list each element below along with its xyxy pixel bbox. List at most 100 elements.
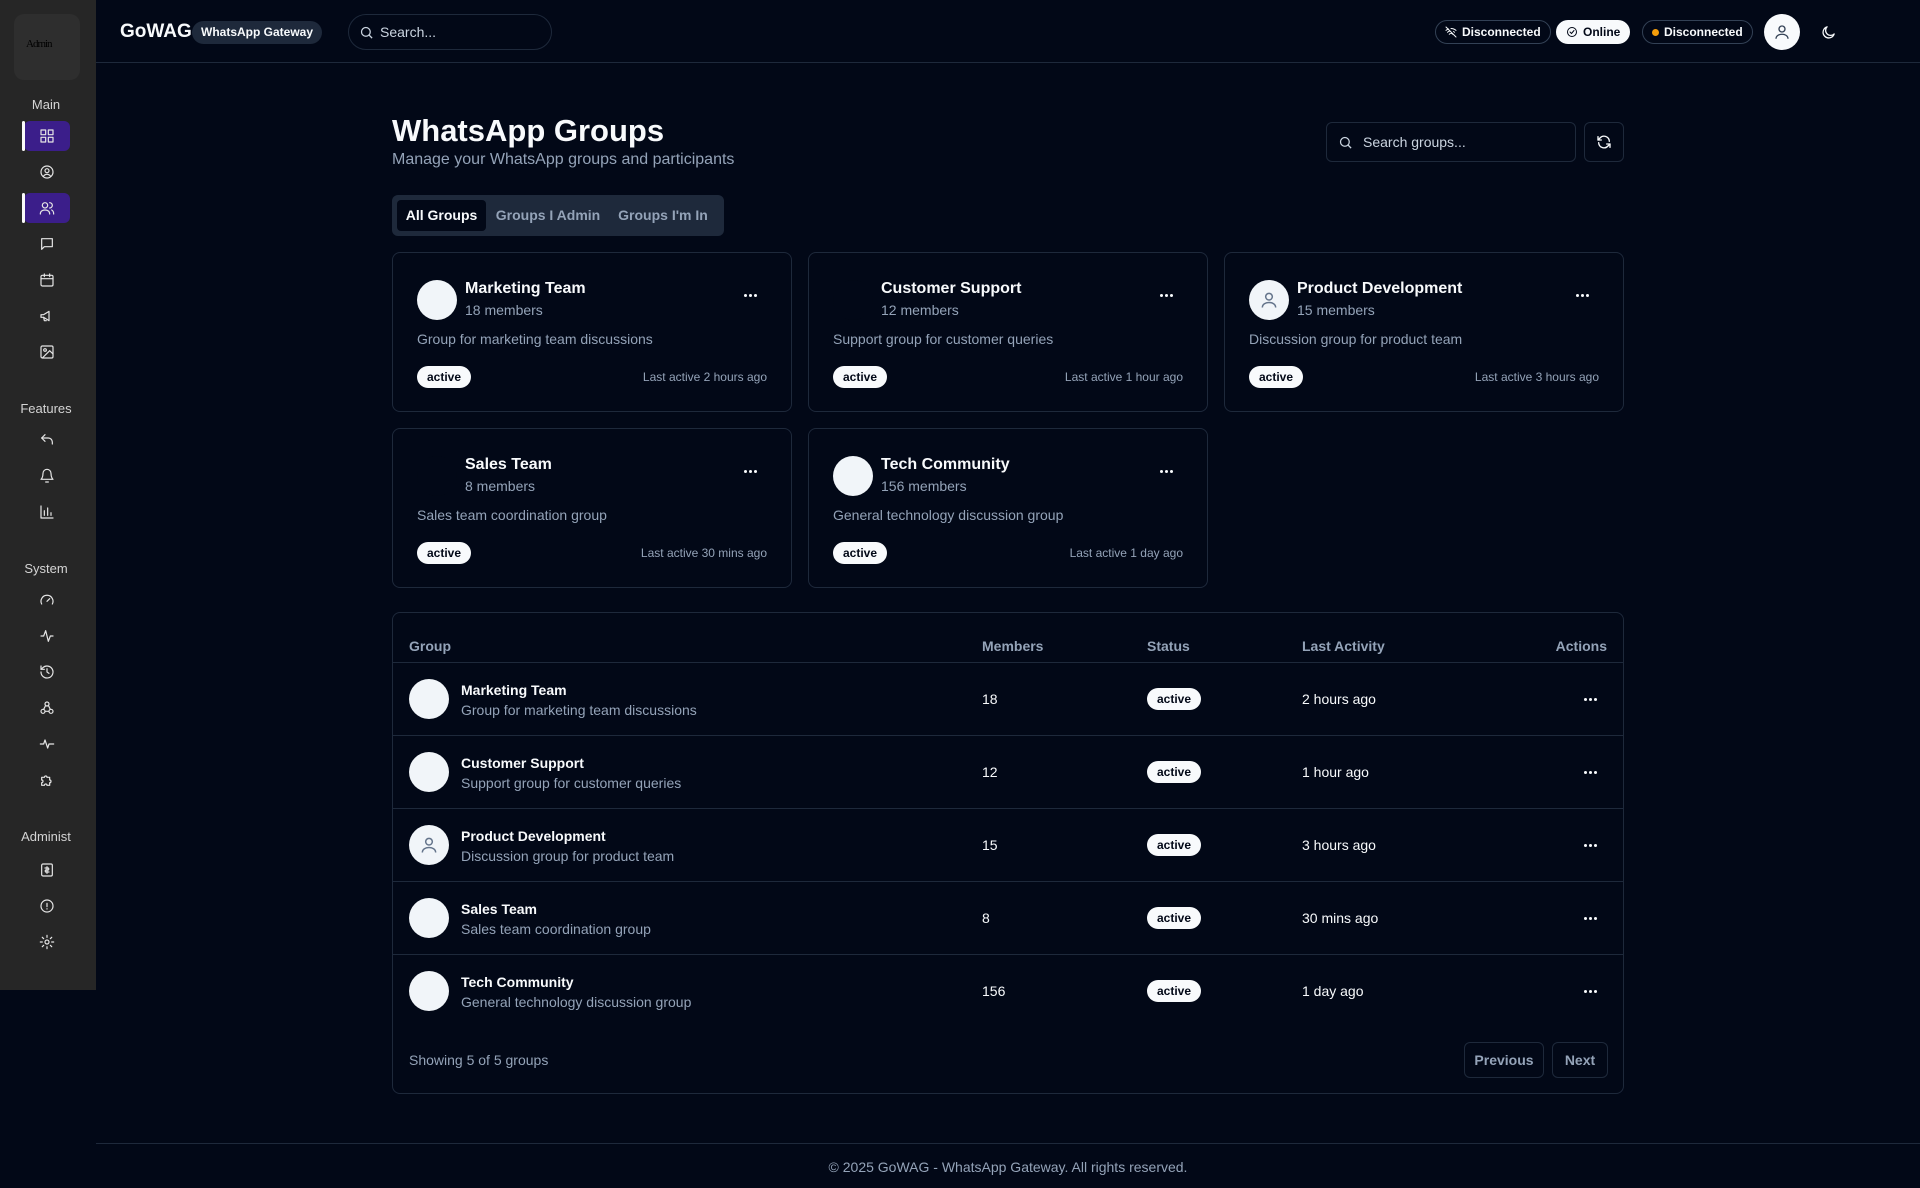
member-count: 8 (982, 910, 990, 926)
theme-toggle-button[interactable] (1816, 20, 1840, 44)
row-actions-button[interactable] (1579, 985, 1601, 997)
row-actions-button[interactable] (1579, 693, 1601, 705)
table-row[interactable]: Customer Support Support group for custo… (393, 735, 1623, 808)
sidebar-item-plugins[interactable] (24, 765, 70, 795)
group-avatar (833, 280, 873, 320)
sidebar-item-performance[interactable] (24, 585, 70, 615)
bell-ring-icon (40, 468, 54, 483)
sidebar-item-notifications[interactable] (24, 461, 70, 491)
row-actions-button[interactable] (1579, 912, 1601, 924)
pulse-icon (39, 739, 55, 749)
sidebar-item-activity[interactable] (24, 621, 70, 651)
column-header-members[interactable]: Members (982, 638, 1043, 654)
group-description: General technology discussion group (833, 507, 1064, 523)
row-actions-button[interactable] (1579, 766, 1601, 778)
more-options-button[interactable] (1155, 289, 1177, 301)
top-header: GoWAG WhatsApp Gateway Disconnected Onli… (96, 0, 1920, 63)
column-header-last-activity[interactable]: Last Activity (1302, 638, 1385, 654)
group-name: Product Development (1297, 280, 1463, 297)
sidebar-item-dashboard[interactable] (22, 121, 70, 151)
global-search-input[interactable] (380, 15, 540, 49)
group-description: General technology discussion group (461, 994, 692, 1010)
status-badge: active (833, 366, 888, 388)
global-search[interactable] (348, 14, 552, 50)
sidebar-item-messages[interactable] (24, 229, 70, 259)
sidebar-item-schedule[interactable] (24, 265, 70, 295)
column-header-group[interactable]: Group (409, 638, 451, 654)
sidebar-item-history[interactable] (24, 657, 70, 687)
sidebar-item-groups[interactable] (22, 193, 70, 223)
group-name: Marketing Team (465, 280, 586, 297)
group-card[interactable]: Sales Team 8 members Sales team coordina… (392, 428, 792, 588)
status-badge: active (417, 542, 472, 564)
last-activity: 1 hour ago (1302, 764, 1369, 780)
last-active: Last active 2 hours ago (642, 370, 767, 384)
last-activity: 30 mins ago (1302, 910, 1379, 926)
bar-chart-icon (40, 505, 54, 519)
sidebar-item-health[interactable] (24, 729, 70, 759)
sidebar-item-about[interactable] (24, 891, 70, 921)
previous-page-button[interactable]: Previous (1464, 1042, 1544, 1078)
device-status-pill[interactable]: Disconnected (1642, 20, 1753, 44)
group-search[interactable] (1326, 122, 1576, 162)
more-options-button[interactable] (1571, 289, 1593, 301)
next-page-button[interactable]: Next (1552, 1042, 1608, 1078)
table-row[interactable]: Tech Community General technology discus… (393, 954, 1623, 1027)
group-name: Sales Team (465, 456, 552, 473)
group-avatar (417, 280, 457, 320)
sidebar-item-billing[interactable] (24, 855, 70, 885)
connection-status-pill[interactable]: Disconnected (1435, 20, 1551, 44)
more-horizontal-icon (1583, 989, 1597, 993)
sidebar-item-settings[interactable] (24, 927, 70, 957)
status-badge: active (417, 366, 472, 388)
section-label-features: Features (20, 401, 72, 416)
sidebar: Admin Main Features System Administ (0, 0, 96, 990)
group-avatar (409, 679, 449, 719)
group-search-input[interactable] (1363, 123, 1563, 161)
group-name: Product Development (461, 828, 606, 844)
app-logo[interactable]: Admin (14, 14, 80, 80)
groups-table: Group Members Status Last Activity Actio… (392, 612, 1624, 1094)
more-options-button[interactable] (739, 289, 761, 301)
group-card[interactable]: Marketing Team 18 members Group for mark… (392, 252, 792, 412)
search-icon (360, 26, 373, 39)
more-options-button[interactable] (739, 465, 761, 477)
image-icon (40, 345, 54, 359)
tab-all-groups[interactable]: All Groups (397, 200, 486, 231)
more-horizontal-icon (1583, 770, 1597, 774)
sidebar-item-webhooks[interactable] (24, 693, 70, 723)
group-members: 18 members (465, 302, 543, 318)
status-badge: active (833, 542, 888, 564)
tab-groups-im-in[interactable]: Groups I'm In (610, 200, 716, 231)
moon-icon (1821, 25, 1835, 39)
puzzle-icon (41, 775, 52, 786)
table-row[interactable]: Sales Team Sales team coordination group… (393, 881, 1623, 954)
online-status-pill[interactable]: Online (1556, 20, 1631, 44)
table-row[interactable]: Marketing Team Group for marketing team … (393, 662, 1623, 735)
group-card[interactable]: Customer Support 12 members Support grou… (808, 252, 1208, 412)
more-options-button[interactable] (1155, 465, 1177, 477)
sidebar-item-analytics[interactable] (24, 497, 70, 527)
sidebar-item-account[interactable] (24, 157, 70, 187)
row-actions-button[interactable] (1579, 839, 1601, 851)
online-status-label: Online (1583, 25, 1621, 39)
group-card[interactable]: Product Development 15 members Discussio… (1224, 252, 1624, 412)
table-row[interactable]: Product Development Discussion group for… (393, 808, 1623, 881)
sidebar-item-auto-reply[interactable] (24, 425, 70, 455)
refresh-button[interactable] (1584, 122, 1624, 162)
tab-groups-i-admin[interactable]: Groups I Admin (492, 200, 604, 231)
webhook-icon (40, 701, 54, 714)
last-active: Last active 1 day ago (1069, 546, 1183, 560)
sidebar-item-broadcast[interactable] (24, 301, 70, 331)
brand-name[interactable]: GoWAG (120, 21, 192, 43)
column-header-actions: Actions (1555, 638, 1607, 654)
more-horizontal-icon (1575, 293, 1589, 297)
user-avatar-button[interactable] (1764, 14, 1800, 50)
sidebar-item-media[interactable] (24, 337, 70, 367)
column-header-status[interactable]: Status (1147, 638, 1190, 654)
group-card[interactable]: Tech Community 156 members General techn… (808, 428, 1208, 588)
group-avatar (417, 456, 457, 496)
status-badge: active (1147, 980, 1202, 1002)
gauge-icon (40, 594, 54, 605)
last-activity: 3 hours ago (1302, 837, 1376, 853)
